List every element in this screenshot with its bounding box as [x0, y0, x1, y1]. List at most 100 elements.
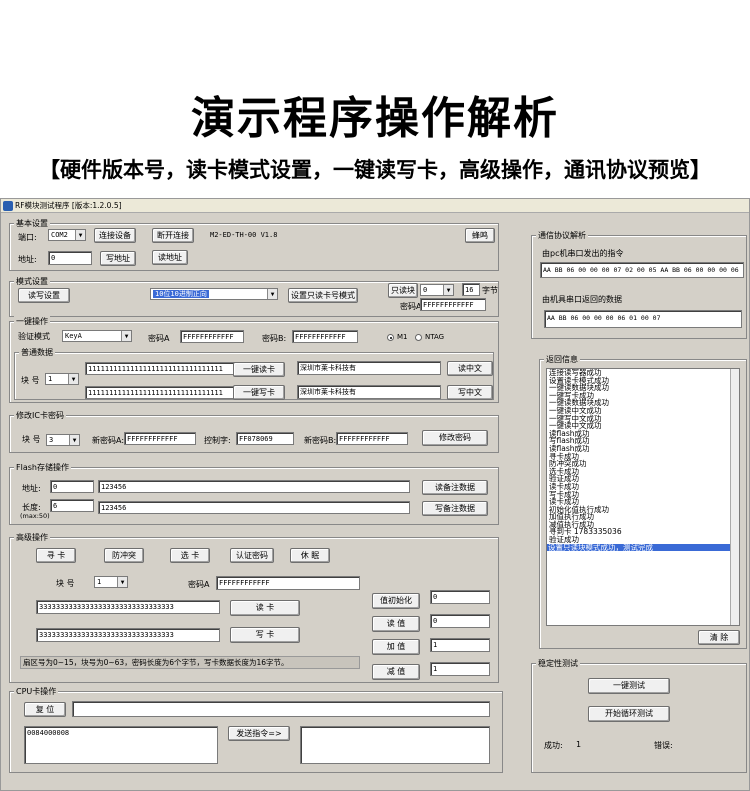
cpu-command-input[interactable]	[72, 701, 490, 717]
address-input[interactable]: 0	[48, 251, 92, 265]
block-value: 0	[423, 286, 428, 294]
block-value: 3	[49, 436, 54, 444]
read-card-button[interactable]: 读 卡	[230, 600, 300, 616]
write-address-button[interactable]: 写地址	[100, 251, 136, 266]
chinese-input-2[interactable]: 深圳市莱卡科技有	[297, 385, 441, 399]
reset-button[interactable]: 复 位	[24, 702, 66, 717]
data-input-2[interactable]: 11111111111111111111111111111111	[85, 386, 235, 399]
readonly-block-button[interactable]: 只读块	[388, 283, 418, 298]
cpu-output-textarea[interactable]	[300, 726, 490, 764]
version-text: M2-ED-TH-00 V1.8	[210, 231, 278, 239]
send-command-button[interactable]: 发送指令=>	[228, 726, 290, 741]
ntag-radio[interactable]	[415, 334, 422, 341]
group-label: 普通数据	[19, 347, 55, 358]
cpu-response-textarea[interactable]: 0084000008	[24, 726, 218, 764]
data-input-1[interactable]: 11111111111111111111111111111111	[85, 362, 235, 375]
anticollision-button[interactable]: 防冲突	[104, 548, 144, 563]
bytes-input[interactable]: 16	[462, 283, 480, 296]
length-input[interactable]: 6	[50, 499, 94, 512]
write-note-button[interactable]: 写备注数据	[422, 501, 488, 516]
port-select[interactable]: COM2 ▼	[48, 229, 86, 241]
key-a-input[interactable]: FFFFFFFFFFFF	[180, 330, 244, 343]
read-value-input[interactable]: 0	[430, 614, 490, 628]
one-key-write-button[interactable]: 一键写卡	[233, 385, 285, 400]
block-select[interactable]: 1 ▼	[45, 373, 79, 385]
advanced-note: 扇区号为0~15，块号为0~63，密码长度为6个字节，写卡数据长度为16字节。	[20, 656, 360, 669]
read-address-button[interactable]: 读地址	[152, 250, 188, 265]
scrollbar[interactable]	[730, 369, 739, 625]
selected-return-line[interactable]: 设置只读块模式成功，测试完成	[547, 544, 739, 552]
block-select[interactable]: 3 ▼	[46, 434, 80, 446]
advanced-data-input-1[interactable]: 33333333333333333333333333333333	[36, 600, 220, 614]
app-window: RF模块测试程序 [版本:1.2.0.5] 基本设置 端口: COM2 ▼ 连接设…	[0, 198, 750, 791]
group-label: 基本设置	[14, 218, 50, 229]
new-key-a-input[interactable]: FFFFFFFFFFFF	[124, 432, 196, 445]
subtract-value-input[interactable]: 1	[430, 662, 490, 676]
read-value-button[interactable]: 读 值	[372, 616, 420, 632]
key-b-input[interactable]: FFFFFFFFFFFF	[292, 330, 358, 343]
verify-mode-select[interactable]: KeyA ▼	[62, 330, 132, 342]
address-label: 地址:	[18, 255, 37, 264]
chinese-input-1[interactable]: 深圳市莱卡科技有	[297, 361, 441, 375]
chevron-down-icon: ▼	[68, 374, 78, 384]
flash-address-label: 地址:	[22, 484, 41, 493]
length-data-input[interactable]: 123456	[98, 501, 410, 514]
group-label: 高级操作	[14, 532, 50, 543]
buzzer-button[interactable]: 蜂鸣	[465, 228, 495, 243]
page-title: 演示程序操作解析	[191, 93, 559, 144]
flash-address-input[interactable]: 0	[50, 480, 94, 493]
m1-radio[interactable]	[387, 334, 394, 341]
pc-command-field[interactable]: AA BB 06 00 00 00 07 02 00 05 AA BB 06 0…	[540, 262, 744, 278]
chevron-down-icon: ▼	[117, 577, 127, 587]
return-info-list[interactable]: 连接读写器成功 设置读卡模式成功 一键读数据块成功 一键写卡成功 一键读数据块成功 一键读…	[546, 368, 740, 626]
group-label: 一键操作	[14, 316, 50, 327]
key-a-input[interactable]: FFFFFFFFFFFF	[420, 298, 486, 311]
write-card-button[interactable]: 写 卡	[230, 627, 300, 643]
new-key-b-label: 新密码B:	[304, 436, 337, 445]
control-word-input[interactable]: FF078069	[236, 432, 294, 445]
bytes-unit-label: 字节	[482, 286, 498, 295]
write-chinese-button[interactable]: 写中文	[447, 385, 493, 400]
add-value-input[interactable]: 1	[430, 638, 490, 652]
modify-key-button[interactable]: 修改密码	[422, 430, 488, 446]
read-settings-button[interactable]: 读写设置	[18, 288, 70, 303]
device-return-field[interactable]: AA BB 06 00 00 00 06 01 00 07	[544, 310, 742, 328]
one-key-read-button[interactable]: 一键读卡	[233, 362, 285, 377]
select-card-button[interactable]: 选 卡	[170, 548, 210, 563]
connect-button[interactable]: 连接设备	[94, 228, 136, 243]
group-label: 稳定性测试	[536, 658, 580, 669]
add-value-button[interactable]: 加 值	[372, 639, 420, 655]
disconnect-button[interactable]: 断开连接	[152, 228, 194, 243]
subtract-value-button[interactable]: 减 值	[372, 664, 420, 680]
return-info-group: 返回信息 连接读写器成功 设置读卡模式成功 一键读数据块成功 一键写卡成功 一键读数据块…	[539, 354, 747, 649]
mode-value: 10位10进制正向	[153, 290, 209, 298]
advanced-group: 高级操作 寻 卡 防冲突 选 卡 认证密码 休 眠 块 号 1 ▼ 密码A FFF…	[9, 532, 499, 683]
verify-mode-label: 验证模式	[18, 332, 50, 341]
value-init-input[interactable]: 0	[430, 590, 490, 604]
find-card-button[interactable]: 寻 卡	[36, 548, 76, 563]
flash-address-data-input[interactable]: 123456	[98, 480, 410, 493]
value-init-button[interactable]: 值初始化	[372, 593, 420, 609]
block-value: 1	[97, 578, 102, 586]
auth-key-button[interactable]: 认证密码	[230, 548, 274, 563]
group-label: 模式设置	[14, 276, 50, 287]
chevron-down-icon: ▼	[121, 331, 131, 341]
verify-mode-value: KeyA	[65, 332, 82, 340]
one-key-test-button[interactable]: 一键测试	[588, 678, 670, 694]
mode-select[interactable]: 10位10进制正向 ▼	[150, 288, 278, 300]
block-select[interactable]: 0 ▼	[420, 284, 454, 296]
read-chinese-button[interactable]: 读中文	[447, 361, 493, 376]
block-select[interactable]: 1 ▼	[94, 576, 128, 588]
read-note-button[interactable]: 读备注数据	[422, 480, 488, 495]
halt-button[interactable]: 休 眠	[290, 548, 330, 563]
key-a-input[interactable]: FFFFFFFFFFFF	[216, 576, 360, 590]
set-readonly-mode-button[interactable]: 设置只读卡号模式	[288, 288, 358, 303]
group-label: CPU卡操作	[14, 686, 59, 697]
advanced-data-input-2[interactable]: 33333333333333333333333333333333	[36, 628, 220, 642]
clear-button[interactable]: 清 除	[698, 630, 740, 645]
key-a-label: 密码A	[148, 334, 170, 343]
loop-test-button[interactable]: 开始循环测试	[588, 706, 670, 722]
new-key-b-input[interactable]: FFFFFFFFFFFF	[336, 432, 408, 445]
success-label: 成功:	[544, 741, 563, 750]
chevron-down-icon: ▼	[75, 230, 85, 240]
